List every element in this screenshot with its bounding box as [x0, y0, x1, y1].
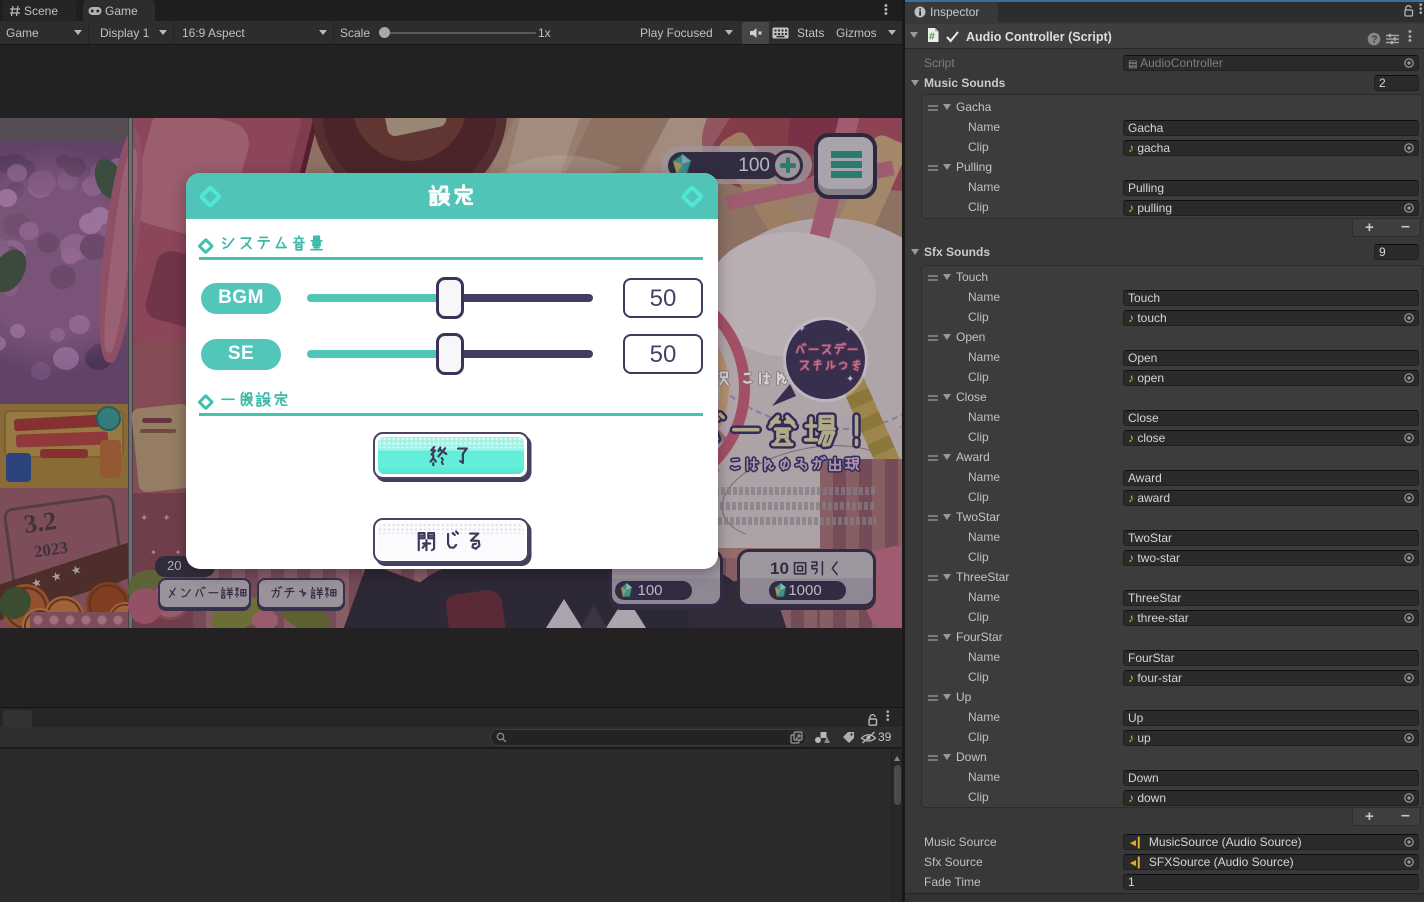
svg-text:?: ?	[1371, 35, 1377, 46]
svg-text:#: #	[929, 31, 935, 43]
